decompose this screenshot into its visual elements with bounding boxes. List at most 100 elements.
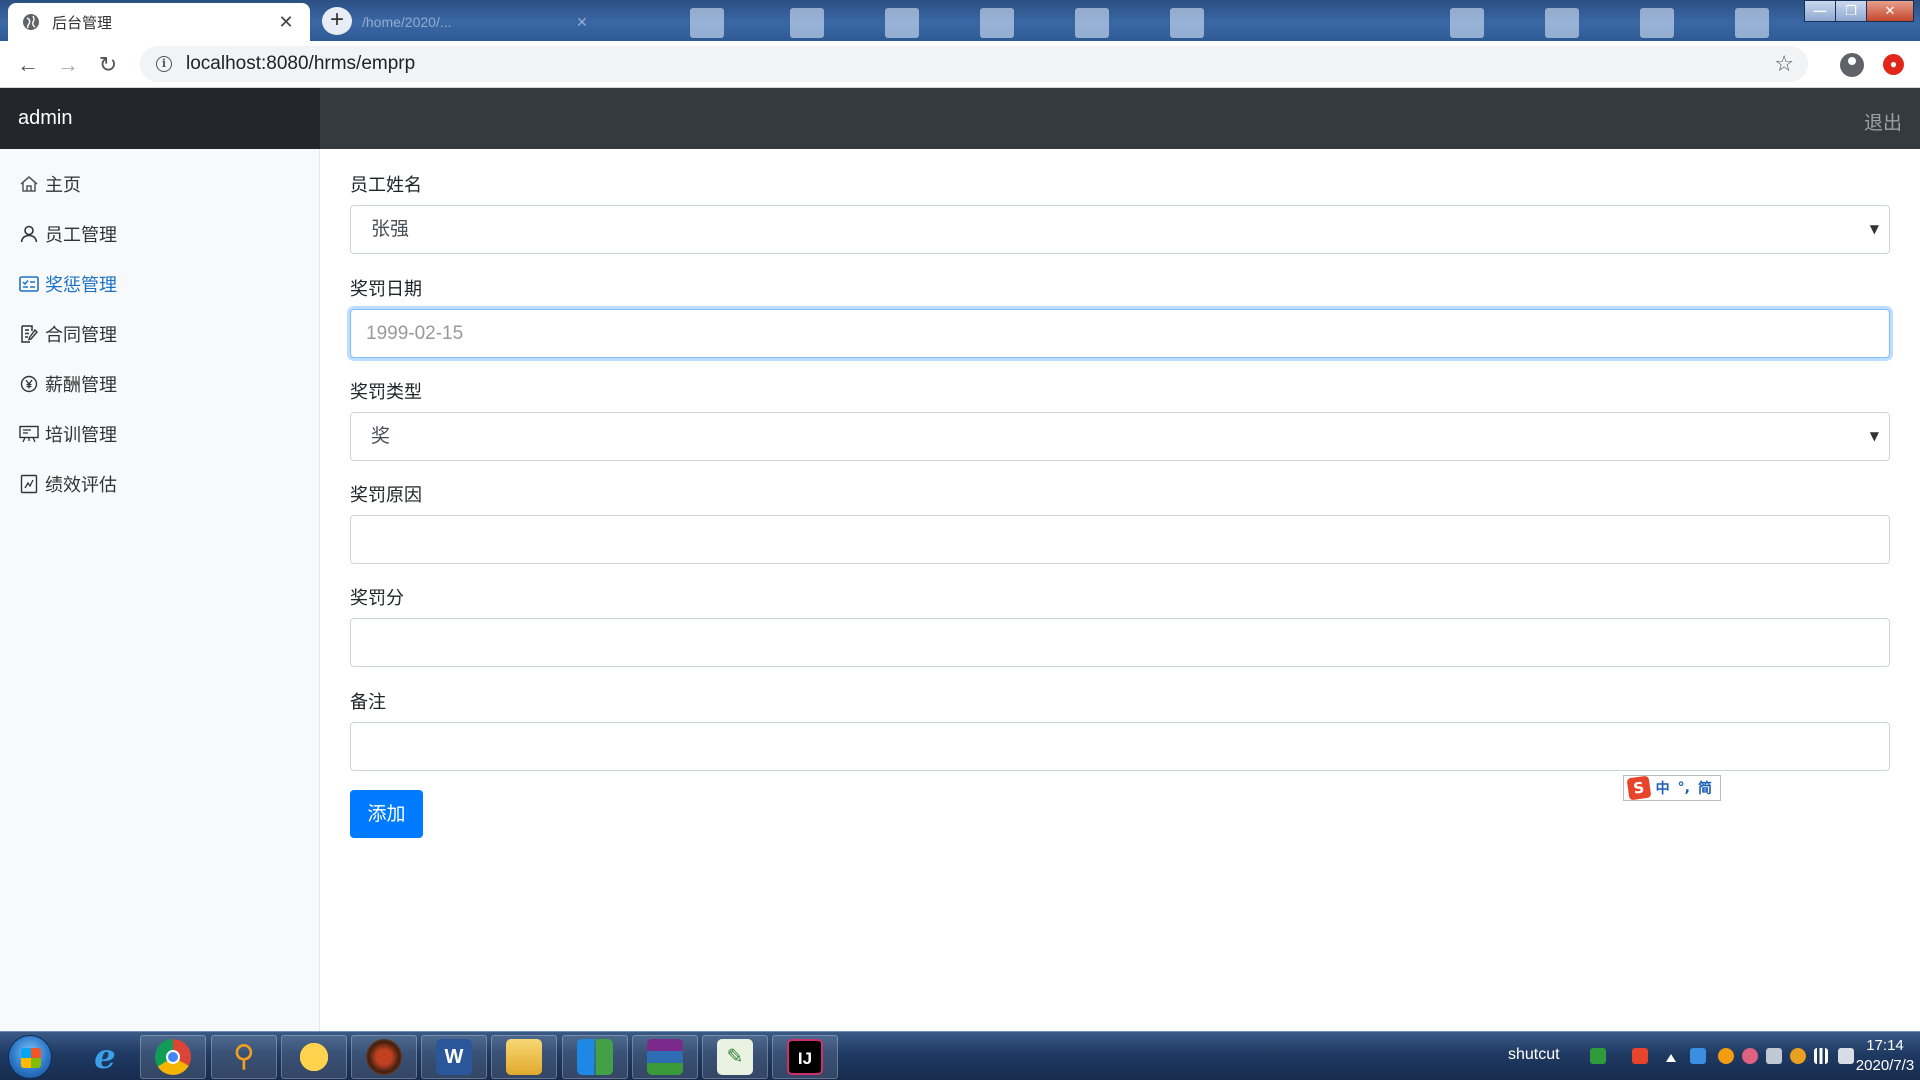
presentation-icon [19, 425, 39, 443]
sidebar-item-label: 绩效评估 [45, 475, 117, 496]
sidebar-item-performance[interactable]: 绩效评估 [18, 468, 117, 500]
desktop-icon [1640, 8, 1674, 38]
home-icon [20, 176, 38, 192]
chevron-down-icon: ▼ [1869, 429, 1879, 443]
media-taskbar-app[interactable] [351, 1035, 417, 1079]
back-icon[interactable]: ← [14, 51, 42, 79]
tab-close-icon[interactable]: ✕ [572, 14, 592, 31]
maximize-button[interactable]: ❐ [1835, 0, 1867, 22]
desktop-icon [1075, 8, 1109, 38]
rp-type-label: 奖罚类型 [350, 382, 422, 403]
explorer-taskbar-app[interactable] [491, 1035, 557, 1079]
rp-date-label: 奖罚日期 [350, 279, 422, 300]
employee-name-label: 员工姓名 [350, 175, 422, 196]
ie-taskbar-app[interactable]: e [72, 1035, 138, 1079]
chrome-taskbar-app[interactable] [140, 1035, 206, 1079]
sidebar-item-employees[interactable]: 员工管理 [18, 218, 117, 250]
clock-time: 17:14 [1866, 1037, 1904, 1054]
start-button[interactable] [8, 1035, 52, 1079]
sidebar-item-label: 主页 [45, 175, 81, 196]
sidebar-item-home[interactable]: 主页 [18, 168, 81, 200]
bookmark-star-icon[interactable]: ☆ [1774, 51, 1794, 77]
desktop-icon [1450, 8, 1484, 38]
desktop-icon [1735, 8, 1769, 38]
rp-reason-input[interactable] [350, 515, 1890, 564]
magnifier-icon: ⚲ [233, 1040, 255, 1073]
brand[interactable]: admin [0, 88, 320, 149]
sidebar-item-rewards[interactable]: 奖惩管理 [18, 268, 117, 300]
volume-icon[interactable] [1766, 1048, 1782, 1064]
search-tray-icon[interactable] [1790, 1048, 1806, 1064]
tab-active[interactable]: 后台管理 ✕ [8, 3, 310, 41]
search-taskbar-app[interactable]: ⚲ [211, 1035, 277, 1079]
intellij-icon: IJ [787, 1039, 823, 1075]
sidebar-item-label: 员工管理 [45, 225, 117, 246]
tab-title: /home/2020/... [362, 14, 452, 30]
employee-name-select[interactable]: 张强 ▼ [350, 205, 1890, 254]
info-icon[interactable]: i [156, 56, 172, 72]
tray-app-icon[interactable] [1690, 1048, 1706, 1064]
chat-icon [296, 1039, 332, 1075]
remark-input[interactable] [350, 722, 1890, 771]
tray-label[interactable]: shutcut [1508, 1046, 1560, 1064]
sidebar-item-training[interactable]: 培训管理 [18, 418, 117, 450]
sidebar-item-salary[interactable]: 薪酬管理 [18, 368, 117, 400]
extension-icon[interactable]: ● [1883, 54, 1904, 75]
ime-punctuation[interactable]: °, [1678, 780, 1690, 796]
ime-toolbar[interactable]: S 中 °, 简 [1623, 775, 1721, 801]
archive-icon [647, 1039, 683, 1075]
report-icon [20, 474, 38, 494]
profile-icon[interactable] [1840, 53, 1864, 77]
add-button[interactable]: 添加 [350, 790, 423, 838]
new-tab-button[interactable]: + [322, 7, 352, 35]
rp-points-input[interactable] [350, 618, 1890, 667]
tray-app-icon[interactable] [1718, 1048, 1734, 1064]
ime-mode[interactable]: 中 [1656, 778, 1670, 798]
clock[interactable]: 17:14 2020/7/3 [1850, 1036, 1920, 1076]
desktop-icon [1545, 8, 1579, 38]
desktop-icon [885, 8, 919, 38]
sidebar-item-label: 培训管理 [45, 425, 117, 446]
rp-type-value: 奖 [371, 425, 391, 447]
tray-app-icon[interactable] [1742, 1048, 1758, 1064]
sidebar-item-contracts[interactable]: 合同管理 [18, 318, 117, 350]
tiles-taskbar-app[interactable] [562, 1035, 628, 1079]
rp-points-label: 奖罚分 [350, 588, 404, 609]
rp-date-input[interactable]: 1999-02-15 [350, 309, 1890, 358]
forward-icon[interactable]: → [54, 51, 82, 79]
qq-taskbar-app[interactable] [281, 1035, 347, 1079]
word-taskbar-app[interactable]: W [421, 1035, 487, 1079]
browser-tab-strip: 后台管理 ✕ + /home/2020/... ✕ — ❐ ✕ [0, 0, 1920, 41]
reload-icon[interactable]: ↻ [94, 51, 122, 79]
tab-title: 后台管理 [52, 13, 113, 32]
tab-inactive[interactable]: /home/2020/... ✕ [352, 6, 602, 38]
ime-script[interactable]: 简 [1698, 778, 1712, 798]
app-header: admin 退出 [0, 88, 1920, 149]
rp-type-select[interactable]: 奖 ▼ [350, 412, 1890, 461]
chrome-icon [155, 1039, 191, 1075]
window-controls: — ❐ ✕ [1804, 0, 1914, 22]
employee-name-value: 张强 [371, 218, 410, 240]
network-icon[interactable] [1814, 1048, 1828, 1064]
tray-app-icon[interactable] [1590, 1048, 1606, 1064]
address-bar[interactable]: i localhost:8080/hrms/emprp ☆ [140, 46, 1808, 82]
sidebar: 主页 员工管理 奖惩管理 合同管理 薪酬管理 培训管理 绩效评估 [0, 149, 320, 1031]
close-window-button[interactable]: ✕ [1866, 0, 1914, 22]
rp-reason-label: 奖罚原因 [350, 485, 422, 506]
remark-label: 备注 [350, 692, 386, 713]
logout-link[interactable]: 退出 [1864, 108, 1902, 135]
clock-date: 2020/7/3 [1855, 1057, 1915, 1074]
word-icon: W [436, 1039, 472, 1075]
yen-icon [20, 375, 38, 393]
main-content: 员工姓名 张强 ▼ 奖罚日期 1999-02-15 奖罚类型 奖 ▼ 奖罚原因 … [320, 149, 1920, 1031]
desktop-icon [690, 8, 724, 38]
url-text[interactable]: localhost:8080/hrms/emprp [186, 53, 415, 75]
editor-taskbar-app[interactable]: ✎ [702, 1035, 768, 1079]
winrar-taskbar-app[interactable] [632, 1035, 698, 1079]
intellij-taskbar-app[interactable]: IJ [772, 1035, 838, 1079]
chevron-down-icon: ▼ [1869, 222, 1879, 236]
show-hidden-icons-icon[interactable] [1666, 1052, 1676, 1062]
minimize-button[interactable]: — [1804, 0, 1836, 22]
sogou-tray-icon[interactable] [1632, 1048, 1648, 1064]
tab-close-icon[interactable]: ✕ [276, 12, 296, 33]
